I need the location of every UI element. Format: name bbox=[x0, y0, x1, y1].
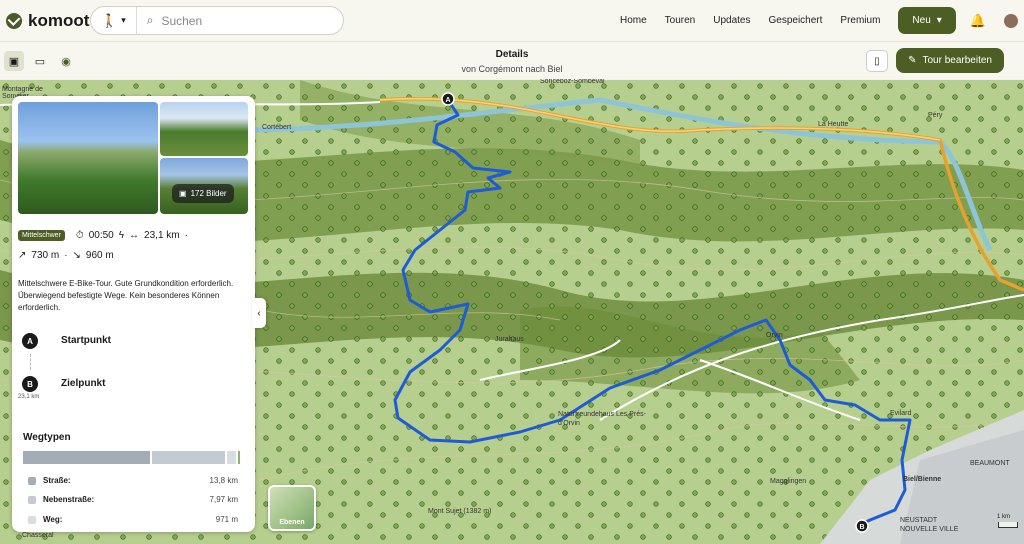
wegtyp-name: Weg: bbox=[43, 515, 63, 524]
map-scale-label: 1 km bbox=[997, 514, 1011, 520]
map-label: NEUSTADT NOUVELLE VILLE bbox=[900, 517, 959, 533]
map-layers-button[interactable]: Ebenen bbox=[268, 485, 316, 531]
difficulty-badge: Mittelschwer bbox=[18, 230, 65, 241]
eye-icon[interactable]: ◉ bbox=[56, 51, 76, 71]
distance-value: 23,1 km bbox=[144, 230, 180, 241]
sidebar-view-icon[interactable]: ▣ bbox=[4, 51, 24, 71]
color-swatch bbox=[28, 515, 36, 524]
waypoint-distance: 23,1 km bbox=[18, 394, 40, 400]
map-label: Evilard bbox=[890, 410, 912, 417]
photo-count-button[interactable]: ▣ 172 Bilder bbox=[172, 184, 234, 203]
waypoint-label: Zielpunkt bbox=[61, 378, 106, 389]
wegtyp-bar-segment bbox=[23, 451, 150, 464]
map-label: Orvin bbox=[766, 332, 783, 339]
map-label: Chasseral bbox=[22, 532, 54, 539]
new-button[interactable]: Neu ▾ bbox=[898, 7, 956, 34]
wegtyp-value: 13,8 km bbox=[209, 476, 238, 485]
descent-value: 960 m bbox=[85, 250, 114, 261]
tour-description: Mittelschwere E-Bike-Tour. Gute Grundkon… bbox=[18, 279, 234, 312]
chevron-down-icon: ▾ bbox=[936, 15, 942, 26]
wegtyp-value: 7,97 km bbox=[209, 495, 238, 504]
chevron-left-icon: ‹ bbox=[257, 307, 261, 319]
edit-tour-button[interactable]: ✎ Tour bearbeiten bbox=[896, 48, 1004, 73]
tour-details-panel: ▣ 172 Bilder Mittelschwer ⏱ 00:50 ϟ ↔ 23… bbox=[12, 96, 255, 532]
top-navigation-bar: komoot 🚶 ▾ ⌕ Suchen Home Touren Updates … bbox=[0, 0, 1024, 41]
map-label: Mont Sujet (1382 m) bbox=[428, 508, 492, 515]
clock-icon: ⏱ bbox=[75, 230, 84, 241]
tour-stats: Mittelschwer ⏱ 00:50 ϟ ↔ 23,1 km · ↗ 730… bbox=[18, 230, 249, 261]
nav-updates[interactable]: Updates bbox=[713, 15, 750, 26]
waypoint-connector bbox=[30, 354, 31, 370]
svg-text:A: A bbox=[445, 97, 450, 104]
wegtypen-bar bbox=[23, 451, 240, 464]
nav-premium[interactable]: Premium bbox=[840, 15, 880, 26]
map-scale: 1 km bbox=[997, 514, 1018, 528]
wegtyp-row[interactable]: Weg: 971 m bbox=[28, 515, 238, 524]
phone-icon[interactable]: ▯ bbox=[866, 50, 888, 72]
map-label: Naturfreundehaus Les Prés-d'Orvin bbox=[558, 411, 646, 427]
color-swatch bbox=[28, 476, 36, 485]
map-label: Péry bbox=[928, 112, 943, 119]
wegtyp-bar-segment bbox=[151, 451, 226, 464]
wegtyp-name: Straße: bbox=[43, 476, 71, 485]
photo-count-label: 172 Bilder bbox=[190, 189, 227, 198]
komoot-logo[interactable]: komoot bbox=[6, 11, 89, 31]
wegtyp-bar-segment bbox=[238, 451, 240, 464]
new-button-label: Neu bbox=[912, 15, 931, 26]
bolt-icon: ϟ bbox=[118, 230, 125, 241]
chevron-down-icon: ▾ bbox=[121, 15, 126, 25]
wegtyp-row[interactable]: Straße: 13,8 km bbox=[28, 476, 238, 485]
komoot-logo-icon bbox=[6, 12, 22, 29]
separator-dot: · bbox=[184, 230, 188, 241]
descent-icon: ↘ bbox=[72, 250, 81, 261]
search-icon: ⌕ bbox=[146, 13, 154, 27]
wegtyp-value: 971 m bbox=[215, 515, 238, 524]
wegtypen-title: Wegtypen bbox=[23, 432, 71, 443]
duration-value: 00:50 bbox=[88, 230, 114, 241]
bottom-panel-view-icon[interactable]: ▭ bbox=[30, 51, 50, 71]
distance-icon: ↔ bbox=[129, 230, 140, 241]
tour-photo-main[interactable] bbox=[18, 102, 158, 214]
map-label: Magglingen bbox=[770, 478, 807, 485]
map-layers-label: Ebenen bbox=[279, 519, 305, 526]
marker-b-icon: B bbox=[22, 376, 38, 392]
hiker-icon: 🚶 bbox=[101, 12, 118, 28]
bell-icon[interactable]: 🔔 bbox=[970, 13, 986, 29]
svg-text:B: B bbox=[859, 524, 864, 531]
search-input[interactable]: Suchen bbox=[161, 14, 202, 28]
logo-text: komoot bbox=[28, 10, 90, 30]
wegtyp-row[interactable]: Nebenstraße: 7,97 km bbox=[28, 495, 238, 504]
edit-tour-label: Tour bearbeiten bbox=[922, 55, 993, 66]
ascent-value: 730 m bbox=[31, 250, 60, 261]
map-label: Sonceboz-Sombeval bbox=[540, 78, 605, 85]
ascent-icon: ↗ bbox=[18, 250, 27, 261]
nav-touren[interactable]: Touren bbox=[665, 15, 696, 26]
avatar[interactable] bbox=[1004, 13, 1018, 28]
pencil-icon: ✎ bbox=[908, 55, 917, 66]
marker-a-icon: A bbox=[22, 333, 38, 349]
tour-toolbar: Details von Corgémont nach Biel ▣ ▭ ◉ ▯ … bbox=[0, 41, 1024, 79]
search-box: 🚶 ▾ ⌕ Suchen bbox=[90, 6, 344, 35]
wegtyp-bar-segment bbox=[227, 451, 237, 464]
tour-photo-thumb[interactable]: ▣ 172 Bilder bbox=[160, 158, 248, 214]
tour-photo-thumb[interactable] bbox=[160, 102, 248, 156]
sport-selector[interactable]: 🚶 ▾ bbox=[91, 7, 137, 34]
nav-gespeichert[interactable]: Gespeichert bbox=[768, 15, 822, 26]
separator-dot: · bbox=[64, 250, 68, 261]
map-label: Biel/Bienne bbox=[903, 476, 942, 483]
wegtyp-name: Nebenstraße: bbox=[43, 495, 95, 504]
color-swatch bbox=[28, 495, 36, 504]
waypoint-label: Startpunkt bbox=[61, 335, 111, 346]
nav-home[interactable]: Home bbox=[620, 15, 647, 26]
collapse-panel-button[interactable]: ‹ bbox=[252, 298, 266, 328]
image-icon: ▣ bbox=[179, 189, 187, 198]
main-nav: Home Touren Updates Gespeichert Premium … bbox=[620, 0, 1024, 41]
view-toggle: ▣ ▭ ◉ bbox=[4, 51, 76, 71]
map-label: La Heutte bbox=[818, 121, 849, 128]
map-label: Cortébert bbox=[262, 124, 292, 131]
map-label: Jurahaus bbox=[495, 336, 524, 343]
map-label: BEAUMONT bbox=[970, 460, 1010, 467]
